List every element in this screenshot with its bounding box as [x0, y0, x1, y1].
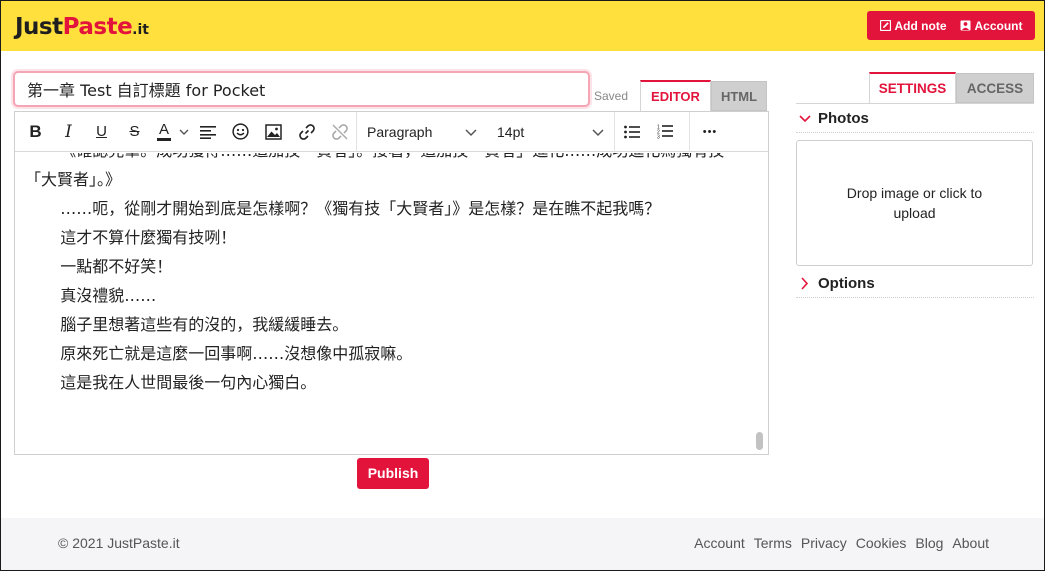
- photos-section-toggle[interactable]: Photos: [796, 105, 1034, 133]
- tab-html[interactable]: HTML: [711, 81, 767, 111]
- options-label: Options: [818, 275, 875, 292]
- logo-text-just: Just: [15, 14, 63, 40]
- italic-icon: I: [65, 121, 72, 142]
- paragraph: 一點都不好笑！: [60, 257, 173, 276]
- rich-text-editor: B I U S A Paragraph 14pt 1 2 3 ••• 「大賢者」…: [14, 111, 769, 455]
- block-format-select[interactable]: Paragraph: [357, 112, 487, 152]
- tab-editor[interactable]: EDITOR: [640, 80, 711, 111]
- chevron-down-icon: [592, 128, 604, 136]
- add-note-button[interactable]: Add note: [879, 18, 947, 33]
- user-icon: [960, 20, 971, 31]
- editor-scrollbar[interactable]: [756, 432, 763, 450]
- paragraph: 腦子里想著這些有的沒的，我緩緩睡去。: [60, 315, 349, 334]
- insert-image-button[interactable]: [257, 112, 290, 152]
- chevron-down-icon: [465, 128, 477, 136]
- logo-text-it: .it: [132, 22, 149, 38]
- unlink-button[interactable]: [323, 112, 356, 152]
- footer-link-account[interactable]: Account: [694, 535, 745, 551]
- text-color-letter: A: [158, 120, 169, 138]
- paragraph: 這才不算什麼獨有技咧！: [60, 228, 237, 247]
- insert-link-button[interactable]: [290, 112, 323, 152]
- numbered-list-icon: 123: [657, 125, 673, 140]
- underline-icon: U: [96, 123, 107, 140]
- numbered-list-button[interactable]: 123: [648, 112, 681, 152]
- logo[interactable]: JustPaste.it: [15, 13, 149, 41]
- unlink-icon: [331, 123, 348, 140]
- footer-link-cookies[interactable]: Cookies: [856, 535, 907, 551]
- options-section-toggle[interactable]: Options: [796, 270, 1034, 298]
- text-color-button[interactable]: A: [151, 112, 177, 152]
- publish-button[interactable]: Publish: [357, 458, 429, 489]
- header-bar: JustPaste.it Add note Account: [1, 1, 1044, 51]
- bold-icon: B: [29, 121, 42, 141]
- align-button[interactable]: [191, 112, 224, 152]
- app-window: JustPaste.it Add note Account Saved EDIT…: [0, 0, 1045, 571]
- footer-link-about[interactable]: About: [952, 535, 989, 551]
- dropzone-text: Drop image or click to upload: [846, 185, 983, 221]
- editor-content[interactable]: 《確認完畢。成功獲得……追加技「賢者」。接著，追加技「賢者」進化……成功進化為獨…: [15, 153, 755, 454]
- more-icon: •••: [702, 125, 718, 138]
- account-label: Account: [974, 18, 1023, 33]
- sidebar-divider: [796, 103, 1034, 104]
- align-left-icon: [199, 125, 216, 139]
- header-actions: Add note Account: [867, 11, 1035, 40]
- underline-button[interactable]: U: [85, 112, 118, 152]
- footer-links: Account Terms Privacy Cookies Blog About: [694, 535, 989, 551]
- text-color-icon: A: [157, 120, 171, 141]
- footer-link-blog[interactable]: Blog: [915, 535, 943, 551]
- account-button[interactable]: Account: [960, 19, 1023, 33]
- logo-text-paste: Paste: [62, 14, 133, 40]
- more-options-button[interactable]: •••: [690, 112, 730, 152]
- chevron-down-icon: [179, 129, 189, 135]
- paragraph: 原來死亡就是這麼一回事啊……沒想像中孤寂嘛。: [60, 344, 413, 363]
- bullet-list-icon: [623, 125, 640, 138]
- text-color-dropdown[interactable]: [177, 112, 191, 152]
- strikethrough-icon: S: [129, 123, 140, 140]
- footer-link-privacy[interactable]: Privacy: [801, 535, 847, 551]
- footer-link-terms[interactable]: Terms: [754, 535, 792, 551]
- font-size-select[interactable]: 14pt: [487, 112, 614, 152]
- svg-text:3: 3: [657, 135, 660, 140]
- paragraph: 《確認完畢。成功獲得……追加技「賢者」。接著，追加技「賢者」進化……成功進化為獨…: [25, 153, 724, 189]
- image-dropzone[interactable]: Drop image or click to upload: [796, 140, 1033, 266]
- tab-access[interactable]: ACCESS: [956, 73, 1034, 103]
- photos-label: Photos: [818, 110, 869, 127]
- edit-note-icon: [879, 19, 891, 32]
- block-format-value: Paragraph: [367, 123, 433, 140]
- font-size-value: 14pt: [497, 123, 525, 140]
- link-icon: [298, 123, 315, 140]
- chevron-right-icon: [796, 274, 816, 294]
- bold-button[interactable]: B: [19, 112, 52, 152]
- copyright-text: © 2021 JustPaste.it: [58, 535, 180, 551]
- bullet-list-button[interactable]: [615, 112, 648, 152]
- image-icon: [265, 123, 282, 140]
- tab-settings[interactable]: SETTINGS: [869, 72, 956, 103]
- paragraph: 這是我在人世間最後一句內心獨白。: [60, 373, 317, 392]
- editor-toolbar: B I U S A Paragraph 14pt 1 2 3 •••: [15, 111, 768, 152]
- add-note-label: Add note: [894, 18, 947, 33]
- saved-status: Saved: [594, 89, 629, 103]
- italic-button[interactable]: I: [52, 112, 85, 152]
- paragraph: ……呃，從剛才開始到底是怎樣啊？《獨有技「大賢者」》是怎樣？是在瞧不起我嗎？: [60, 199, 661, 218]
- footer: © 2021 JustPaste.it Account Terms Privac…: [1, 518, 1044, 570]
- chevron-down-icon: [796, 109, 816, 129]
- smiley-icon: [232, 123, 249, 140]
- strikethrough-button[interactable]: S: [118, 112, 151, 152]
- emoji-button[interactable]: [224, 112, 257, 152]
- title-input[interactable]: [13, 71, 590, 107]
- paragraph: 真沒禮貌……: [60, 286, 157, 305]
